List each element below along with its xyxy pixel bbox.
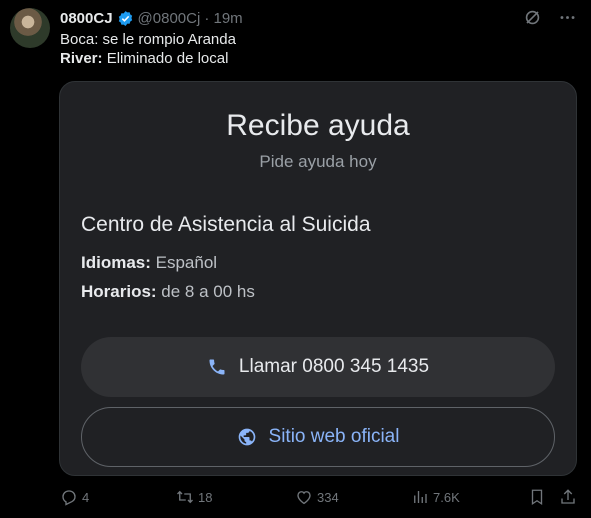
hours-value: de 8 a 00 hs [156, 282, 255, 301]
reply-icon [62, 490, 76, 506]
view-count: 7.6K [433, 489, 460, 505]
like-count: 334 [317, 489, 339, 505]
tweet-text-value: Eliminado de local [102, 50, 229, 67]
card-title: Recibe ayuda [226, 109, 410, 142]
tweet-text-label: River: [60, 50, 103, 67]
call-button-label: Llamar 0800 345 1435 [238, 356, 430, 377]
like-action[interactable]: 334 [295, 488, 339, 506]
call-button[interactable]: Llamar 0800 345 1435 [81, 337, 555, 397]
tweet-time[interactable]: · 19m [204, 10, 242, 27]
hours-label: Horarios: [81, 282, 157, 301]
avatar[interactable] [10, 8, 50, 48]
views-action[interactable]: 7.6K [411, 488, 460, 506]
languages-row: Idiomas: Español [81, 253, 217, 273]
author-handle[interactable]: @0800Cj [138, 10, 201, 27]
share-icon [561, 489, 575, 504]
author-name[interactable]: 0800CJ [60, 10, 113, 27]
help-card: Recibe ayuda Pide ayuda hoy Centro de As… [59, 81, 577, 476]
share-action[interactable] [559, 488, 581, 506]
repost-icon [177, 490, 193, 504]
grok-icon[interactable] [523, 8, 542, 27]
bookmark-action[interactable] [528, 488, 550, 506]
hours-row: Horarios: de 8 a 00 hs [81, 282, 255, 302]
help-center-name: Centro de Asistencia al Suicida [81, 213, 371, 236]
bookmark-icon [531, 489, 543, 506]
languages-value: Español [150, 253, 218, 272]
tweet-text-line-2: River: Eliminado de local [60, 49, 228, 69]
views-icon [414, 491, 427, 503]
languages-label: Idiomas: [81, 253, 151, 272]
tweet-top-actions [523, 8, 577, 27]
website-button[interactable]: Sitio web oficial [81, 407, 555, 467]
tweet-text-line-1: Boca: se le rompio Aranda [60, 31, 236, 48]
tweet-actions-bar: 4 18 334 7.6K [0, 488, 591, 510]
more-icon[interactable] [558, 8, 577, 27]
reply-action[interactable]: 4 [60, 488, 89, 506]
card-subtitle: Pide ayuda hoy [259, 152, 377, 171]
repost-action[interactable]: 18 [176, 488, 212, 506]
phone-icon [209, 359, 225, 375]
verified-badge-icon [118, 10, 132, 26]
reply-count: 4 [82, 489, 90, 505]
globe-icon [238, 428, 255, 446]
website-button-label: Sitio web oficial [268, 426, 400, 447]
repost-count: 18 [198, 489, 213, 505]
tweet-header: 0800CJ @0800Cj · 19m [60, 8, 243, 28]
heart-icon [297, 491, 311, 505]
